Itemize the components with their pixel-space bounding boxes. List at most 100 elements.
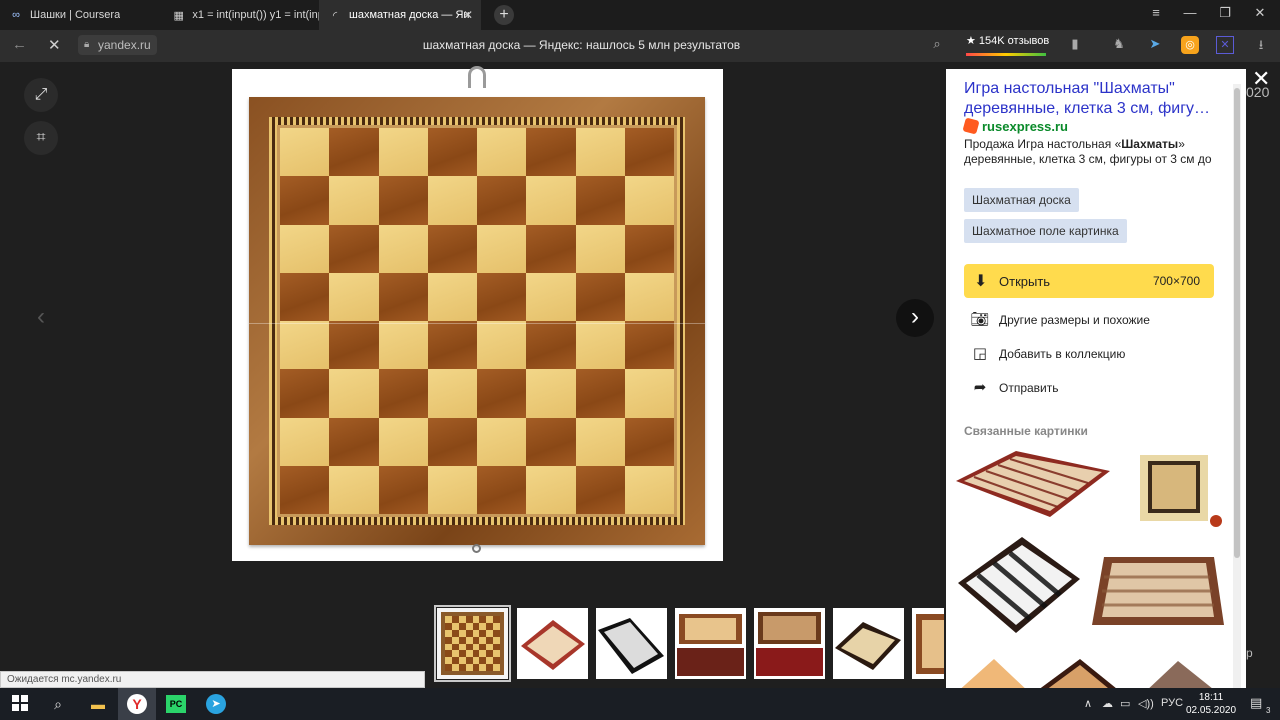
thumb-square (479, 622, 487, 630)
search-icon[interactable]: ⌕ (928, 36, 946, 54)
tag-chip[interactable]: Шахматное поле картинка (964, 219, 1127, 243)
thumb-square (458, 643, 466, 651)
new-tab-button[interactable]: + (494, 5, 514, 25)
thumb-box-red (756, 612, 823, 676)
crop-icon[interactable]: ⌗ (24, 121, 58, 155)
windows-logo (12, 695, 28, 711)
language-indicator[interactable]: РУС (1161, 697, 1183, 709)
yandex-browser-icon[interactable]: Y (127, 694, 147, 714)
thumb-square (493, 636, 500, 644)
board-square (329, 128, 379, 177)
thumbnail-3[interactable] (596, 608, 667, 679)
board-hinge (472, 544, 481, 553)
restore-icon[interactable]: ❐ (1215, 5, 1235, 21)
vpn-ext-icon[interactable]: ✕ (1216, 36, 1234, 54)
prev-image-arrow[interactable]: ‹ (22, 299, 60, 337)
camera-icon: 📷︎ (970, 311, 990, 328)
tab-code[interactable]: ▦ x1 = int(input()) y1 = int(inp (163, 0, 320, 30)
file-explorer-icon[interactable]: ▬ (88, 695, 108, 713)
board-square (280, 224, 330, 273)
close-panel-icon[interactable]: ✕ (1252, 66, 1270, 92)
scrollbar-thumb[interactable] (1234, 88, 1240, 558)
thumb-square (451, 664, 459, 671)
tab-yandex-active[interactable]: ◜ шахматная доска — Ян ✕ (319, 0, 481, 30)
volume-icon[interactable]: ◁)) (1138, 697, 1154, 710)
action-label: Другие размеры и похожие (999, 313, 1150, 327)
site-favicon-icon (962, 117, 980, 135)
battery-icon[interactable]: ▭ (1120, 697, 1130, 710)
telegram-icon[interactable]: ➤ (206, 694, 226, 714)
result-title-link[interactable]: Игра настольная "Шахматы" деревянные, кл… (964, 79, 1232, 119)
tab-coursera[interactable]: ∞ Шашки | Coursera (0, 0, 160, 30)
related-image-1[interactable] (954, 447, 1114, 519)
related-images-row[interactable] (954, 655, 1226, 688)
tray-expand-icon[interactable]: ∧ (1084, 697, 1092, 710)
board-square (329, 272, 379, 321)
download-icon: ⬇ (974, 273, 988, 290)
menu-icon[interactable]: ≡ (1146, 5, 1166, 20)
board-square (477, 128, 527, 177)
pycharm-icon[interactable]: PC (166, 695, 186, 713)
desc-bold: Шахматы (1121, 137, 1179, 151)
thumbnail-1[interactable] (434, 605, 511, 682)
board-square (329, 417, 379, 466)
open-image-button[interactable]: ⬇ Открыть 700×700 (964, 264, 1214, 298)
thumb-box-open (677, 614, 744, 676)
site-label: rusexpress.ru (982, 119, 1068, 134)
tab-label: Шашки | Coursera (30, 9, 121, 21)
board-square (526, 417, 576, 466)
minimize-icon[interactable]: — (1180, 5, 1200, 20)
thumb-square (465, 629, 473, 637)
thumb-square (479, 636, 487, 644)
whatsapp-ext-icon[interactable]: ◎ (1181, 36, 1199, 54)
similar-sizes-button[interactable]: 📷︎ Другие размеры и похожие (970, 310, 1210, 330)
open-label: Открыть (999, 274, 1051, 289)
share-icon: ➦ (973, 379, 987, 396)
main-image-chessboard[interactable] (232, 66, 723, 561)
board-square (624, 369, 674, 418)
downloads-icon[interactable]: ⭳ (1252, 36, 1270, 54)
board-square (624, 465, 674, 514)
close-window-icon[interactable]: ✕ (1250, 5, 1270, 21)
thumb-square (493, 664, 500, 671)
tag-chip[interactable]: Шахматная доска (964, 188, 1079, 212)
thumbnail-2[interactable] (517, 608, 588, 679)
board-square (575, 417, 625, 466)
thumb-square (486, 622, 494, 630)
thumb-square (465, 616, 473, 623)
close-tab-icon[interactable]: ✕ (463, 8, 473, 22)
telegram-ext-icon[interactable]: ➤ (1146, 36, 1164, 54)
result-site-link[interactable]: rusexpress.ru (962, 117, 1068, 135)
board-square (575, 272, 625, 321)
background-text: р (1246, 646, 1253, 660)
board-square (280, 272, 330, 321)
board-square (526, 465, 576, 514)
thumb-square (479, 616, 487, 623)
image-info-panel: Игра настольная "Шахматы" деревянные, кл… (946, 69, 1246, 688)
extension-icon[interactable]: ♞ (1110, 36, 1128, 54)
panel-scrollbar[interactable] (1233, 84, 1241, 688)
board-square (378, 369, 428, 418)
windows-start-icon[interactable] (10, 695, 30, 713)
notifications-icon[interactable]: ▤ (1250, 695, 1262, 711)
thumbnail-5[interactable] (754, 608, 825, 679)
add-to-collection-button[interactable]: ◲ Добавить в коллекцию (970, 344, 1210, 364)
board-squares (280, 128, 674, 514)
thumbnail-7[interactable] (912, 608, 944, 679)
cloud-icon[interactable]: ☁ (1102, 697, 1113, 710)
related-image-2[interactable] (1136, 451, 1226, 529)
board-square (427, 272, 477, 321)
thumbnail-4[interactable] (675, 608, 746, 679)
board-square (378, 465, 428, 514)
share-button[interactable]: ➦ Отправить (970, 378, 1210, 398)
search-icon[interactable]: ⌕ (48, 695, 68, 713)
clock[interactable]: 18:11 02.05.2020 (1186, 691, 1236, 717)
related-image-4[interactable] (1090, 553, 1226, 629)
bookmark-icon[interactable]: ▮ (1066, 36, 1084, 54)
reviews-badge[interactable]: ★ 154K отзывов (966, 34, 1049, 56)
related-image-3[interactable] (956, 533, 1084, 637)
thumbnail-6[interactable] (833, 608, 904, 679)
next-image-arrow[interactable]: › (896, 299, 934, 337)
thumb-square (451, 650, 459, 658)
expand-icon[interactable]: ⤢ (24, 78, 58, 112)
